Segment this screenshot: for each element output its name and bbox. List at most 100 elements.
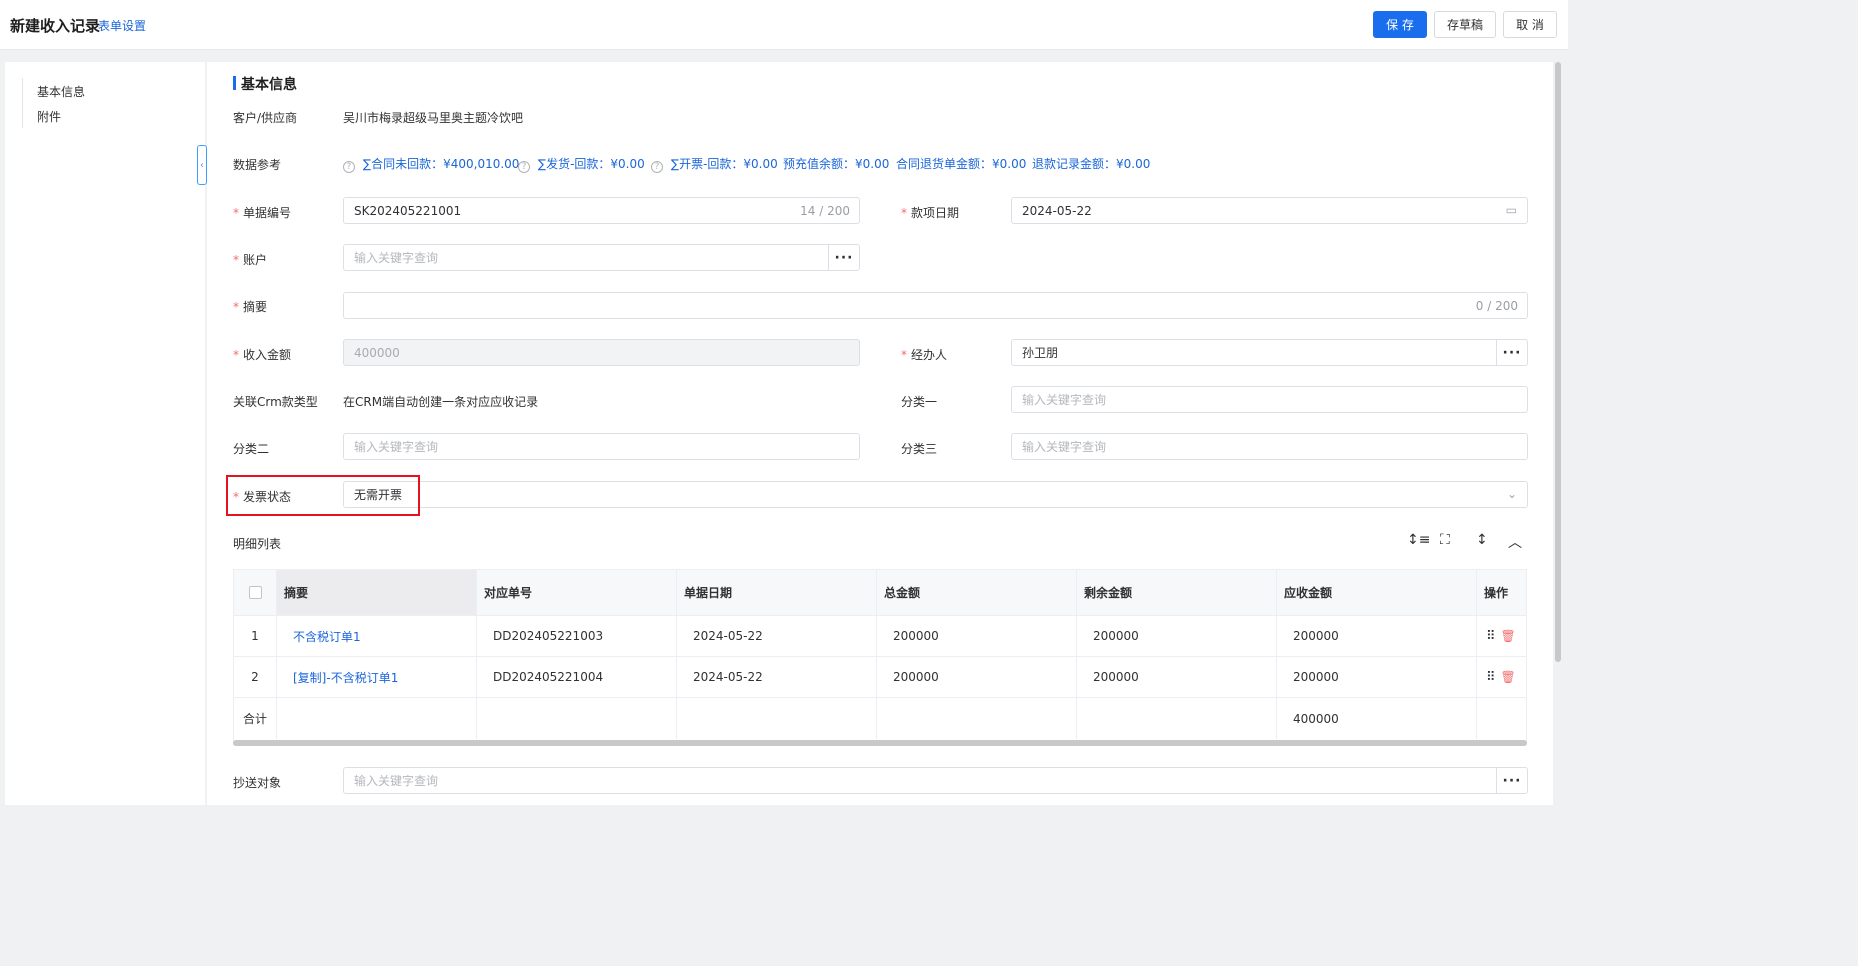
column-header-total: 总金额: [877, 570, 1077, 615]
row-date: 2024-05-22: [677, 657, 877, 697]
category-1-input[interactable]: 输入关键字查询: [1011, 386, 1528, 413]
row-actions: ⠿ 🗑: [1477, 657, 1526, 697]
date-picker[interactable]: 2024-05-22 ▭: [1011, 197, 1528, 224]
collapse-nav-button[interactable]: ‹: [197, 145, 207, 185]
doc-no-label: 单据编号: [233, 204, 291, 221]
save-draft-button[interactable]: 存草稿: [1434, 11, 1496, 38]
category-2-placeholder: 输入关键字查询: [354, 440, 439, 454]
section-title: 基本信息: [233, 74, 297, 94]
chevron-down-icon: ⌄: [1506, 487, 1517, 501]
ref-prepaid-balance: 预充值余额：¥0.00: [783, 157, 890, 171]
column-header-remaining: 剩余金额: [1077, 570, 1277, 615]
data-reference-label: 数据参考: [233, 158, 282, 172]
summary-char-count: 0 / 200: [1475, 299, 1518, 313]
more-icon[interactable]: ···: [1496, 340, 1527, 365]
ref-invoice-payment-text: ∑开票-回款：¥0.00: [671, 157, 778, 171]
table-row: 1 不含税订单1 DD202405221003 2024-05-22 20000…: [234, 616, 1526, 657]
row-index: 2: [234, 657, 277, 697]
row-receivable: 200000: [1277, 616, 1477, 656]
handler-input[interactable]: 孙卫朋 ···: [1011, 339, 1528, 366]
table-total-row: 合计 400000: [234, 698, 1526, 739]
account-input[interactable]: 输入关键字查询 ···: [343, 244, 860, 271]
cc-input[interactable]: 输入关键字查询 ···: [343, 767, 1528, 794]
help-icon[interactable]: ?: [518, 161, 530, 173]
form-settings-link[interactable]: 表单设置: [98, 17, 146, 34]
row-actions: ⠿ 🗑: [1477, 616, 1526, 656]
ref-contract-unpaid-text: ∑合同未回款：¥400,010.00: [363, 157, 520, 171]
trash-icon[interactable]: 🗑: [1501, 629, 1516, 643]
annotation-highlight-box: [226, 475, 420, 516]
amount-input: 400000: [343, 339, 860, 366]
nav-item-attachments[interactable]: 附件: [37, 108, 61, 125]
row-receivable: 200000: [1277, 657, 1477, 697]
row-summary-link[interactable]: [复制]-不含税订单1: [277, 657, 477, 697]
select-all-checkbox[interactable]: [248, 586, 262, 599]
invoice-status-select[interactable]: 无需开票 ⌄: [343, 481, 1528, 508]
account-placeholder: 输入关键字查询: [354, 251, 439, 265]
calendar-icon: ▭: [1505, 203, 1517, 217]
row-total: 200000: [877, 657, 1077, 697]
total-total-cell: [877, 698, 1077, 739]
doc-no-char-count: 14 / 200: [800, 204, 850, 218]
column-header-summary: 摘要: [277, 570, 477, 615]
table-row: 2 [复制]-不含税订单1 DD202405221004 2024-05-22 …: [234, 657, 1526, 698]
row-date: 2024-05-22: [677, 616, 877, 656]
row-order-no: DD202405221003: [477, 616, 677, 656]
detail-list-title: 明细列表: [233, 537, 282, 551]
doc-no-value: SK202405221001: [354, 203, 462, 218]
handler-label: 经办人: [901, 346, 947, 363]
total-actions-cell: [1477, 698, 1526, 739]
page-scrollbar[interactable]: [1555, 62, 1561, 662]
more-icon[interactable]: ···: [828, 245, 859, 270]
page-title: 新建收入记录: [10, 17, 101, 35]
table-horizontal-scrollbar[interactable]: [233, 740, 1527, 746]
ref-invoice-payment: ? ∑开票-回款：¥0.00: [651, 155, 778, 173]
summary-input[interactable]: 0 / 200: [343, 292, 1528, 319]
handler-value: 孙卫朋: [1022, 346, 1059, 360]
help-icon[interactable]: ?: [651, 161, 663, 173]
fullscreen-icon[interactable]: ⛶: [1440, 532, 1450, 548]
cc-placeholder: 输入关键字查询: [354, 774, 439, 788]
category-3-input[interactable]: 输入关键字查询: [1011, 433, 1528, 460]
drag-handle-icon[interactable]: ⠿: [1486, 670, 1495, 685]
column-header-order-no: 对应单号: [477, 570, 677, 615]
total-label: 合计: [234, 698, 277, 739]
doc-no-input[interactable]: SK202405221001 14 / 200: [343, 197, 860, 224]
select-all-cell: [234, 570, 277, 615]
trash-icon[interactable]: 🗑: [1501, 670, 1516, 684]
column-header-receivable: 应收金额: [1277, 570, 1477, 615]
amount-label: 收入金额: [233, 346, 291, 363]
expand-vertical-icon[interactable]: ↕: [1476, 532, 1488, 548]
total-receivable: 400000: [1277, 698, 1477, 739]
cc-label: 抄送对象: [233, 776, 282, 790]
column-header-actions: 操作: [1484, 586, 1509, 600]
ref-refund-amount: 退款记录金额：¥0.00: [1032, 157, 1151, 171]
help-icon[interactable]: ?: [343, 161, 355, 173]
category-1-placeholder: 输入关键字查询: [1022, 393, 1107, 407]
category-2-label: 分类二: [233, 442, 270, 456]
row-height-icon[interactable]: ↕≡: [1407, 532, 1430, 548]
nav-item-basic-info[interactable]: 基本信息: [37, 83, 85, 100]
cancel-button[interactable]: 取 消: [1503, 11, 1557, 38]
save-button[interactable]: 保 存: [1373, 11, 1427, 38]
total-remaining-cell: [1077, 698, 1277, 739]
page-header: 新建收入记录 表单设置 保 存 存草稿 取 消: [0, 0, 1568, 50]
row-total: 200000: [877, 616, 1077, 656]
ref-contract-unpaid: ? ∑合同未回款：¥400,010.00: [343, 155, 519, 173]
more-icon[interactable]: ···: [1496, 768, 1527, 793]
customer-label: 客户/供应商: [233, 111, 298, 125]
row-order-no: DD202405221004: [477, 657, 677, 697]
table-header-row: 摘要 对应单号 单据日期 总金额 剩余金额 应收金额 操作: [234, 570, 1526, 616]
row-index: 1: [234, 616, 277, 656]
customer-value: 吴川市梅录超级马里奥主题冷饮吧: [343, 111, 524, 125]
category-2-input[interactable]: 输入关键字查询: [343, 433, 860, 460]
row-summary-link[interactable]: 不含税订单1: [277, 616, 477, 656]
row-remaining: 200000: [1077, 657, 1277, 697]
account-label: 账户: [233, 251, 267, 268]
total-summary-cell: [277, 698, 477, 739]
chevron-up-icon[interactable]: ︿: [1508, 532, 1522, 552]
row-remaining: 200000: [1077, 616, 1277, 656]
column-header-date: 单据日期: [677, 570, 877, 615]
category-1-label: 分类一: [901, 395, 938, 409]
drag-handle-icon[interactable]: ⠿: [1486, 629, 1495, 644]
